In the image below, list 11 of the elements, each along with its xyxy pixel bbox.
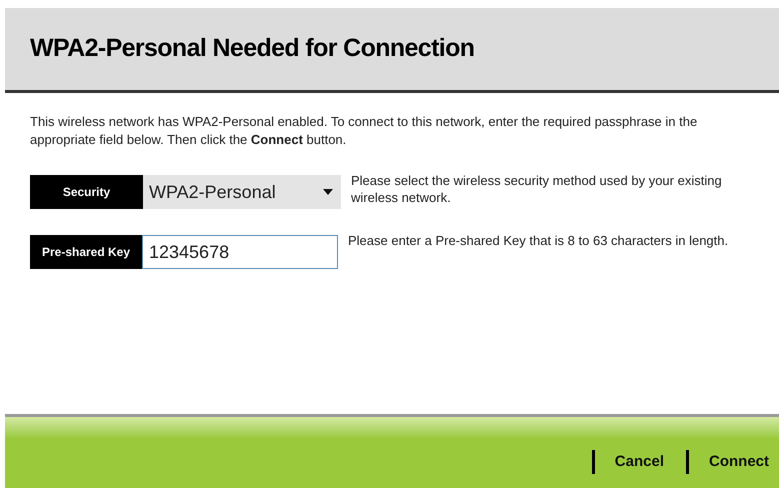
dropdown-caret-icon xyxy=(323,189,333,195)
dialog-button[interactable]: Connect xyxy=(709,450,769,474)
key-input-field[interactable]: 12345678 xyxy=(142,235,338,269)
field-label: Pre-shared Key xyxy=(30,235,142,269)
dialog-button[interactable]: Cancel xyxy=(614,450,664,474)
dialog-title: WPA2-Personal Needed for Connection xyxy=(30,33,474,64)
help-text: Please enter a Pre-shared Key that is 8 to 63 characters in length. xyxy=(348,232,730,249)
field-label: Security xyxy=(30,175,143,209)
security-dropdown[interactable]: WPA2-Personal xyxy=(143,175,341,209)
help-text: Please select the wireless security method used by your existing wireless network. xyxy=(351,172,723,206)
intro-text: This wireless network has WPA2-Personal enabled. To connect to this network, enter the required passphrase in the appropriate field below. Then click the Connect button. xyxy=(30,113,698,149)
